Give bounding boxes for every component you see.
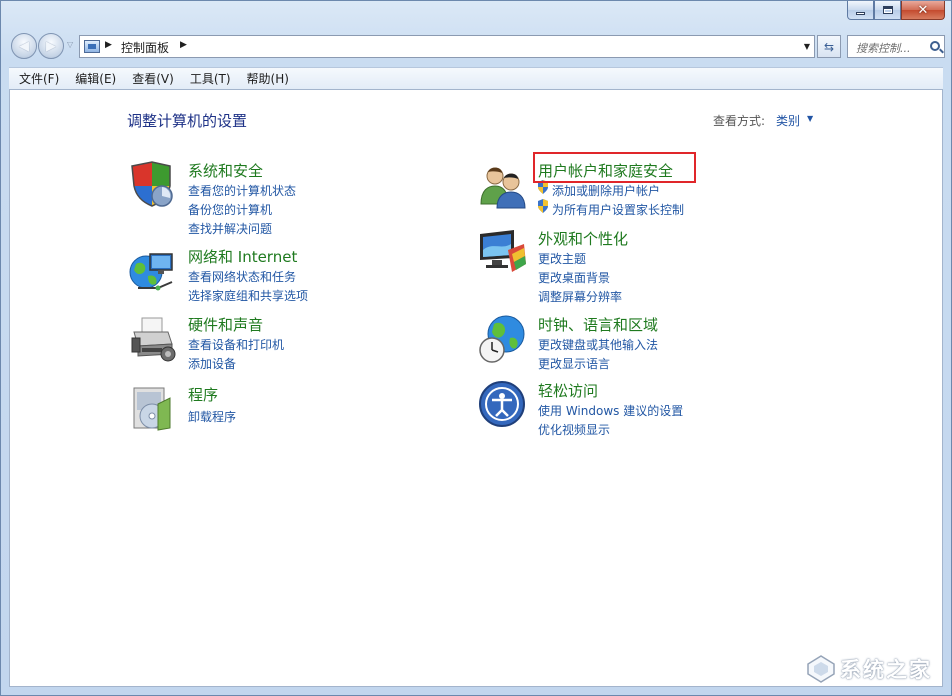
link-backup-computer[interactable]: 备份您的计算机 (188, 201, 272, 218)
ease-of-access-icon[interactable] (478, 380, 528, 430)
link-change-display-language[interactable]: 更改显示语言 (538, 355, 610, 372)
breadcrumb-arrow-icon[interactable]: ▶ (180, 40, 187, 50)
link-use-recommended-settings[interactable]: 使用 Windows 建议的设置 (538, 402, 683, 419)
minimize-button[interactable] (847, 1, 874, 20)
watermark-logo (807, 655, 835, 683)
history-dropdown-icon[interactable]: ▽ (67, 40, 73, 49)
monitor-icon[interactable] (478, 228, 528, 278)
address-row: ◀ ▶ ▽ ▶ 控制面板 ▶ ▼ ⇆ 搜索控制... (9, 31, 945, 61)
content-pane: 调整计算机的设置 查看方式: 类别 ▼ 系统和安全 查看您的计算机状态 备份您的… (9, 89, 943, 687)
forward-arrow-icon: ▶ (46, 38, 56, 54)
breadcrumb-arrow-icon[interactable]: ▶ (105, 40, 112, 50)
page-title: 调整计算机的设置 (127, 112, 248, 130)
close-button[interactable]: ✕ (901, 1, 945, 20)
category-title[interactable]: 硬件和声音 (188, 314, 263, 335)
view-by-dropdown[interactable]: 类别 (776, 112, 800, 129)
printer-icon[interactable] (128, 314, 178, 364)
link-change-desktop-background[interactable]: 更改桌面背景 (538, 269, 610, 286)
menu-bar: 文件(F) 编辑(E) 查看(V) 工具(T) 帮助(H) (9, 67, 943, 89)
search-placeholder: 搜索控制... (856, 42, 911, 55)
link-change-theme[interactable]: 更改主题 (538, 250, 586, 267)
menu-file[interactable]: 文件(F) (11, 70, 67, 87)
control-panel-window: ✕ ◀ ▶ ▽ ▶ 控制面板 ▶ ▼ ⇆ 搜索控制... 文件(F) 编辑(E)… (0, 0, 952, 696)
users-icon[interactable] (478, 160, 528, 210)
refresh-button[interactable]: ⇆ (817, 35, 841, 58)
uac-shield-icon (538, 199, 548, 213)
category-title[interactable]: 轻松访问 (538, 380, 598, 401)
back-button[interactable]: ◀ (11, 33, 37, 59)
link-parental-controls[interactable]: 为所有用户设置家长控制 (552, 201, 684, 218)
menu-edit[interactable]: 编辑(E) (67, 70, 124, 87)
link-add-remove-user-accounts[interactable]: 添加或删除用户帐户 (552, 182, 660, 199)
clock-globe-icon[interactable] (478, 314, 528, 364)
shield-icon[interactable] (128, 160, 178, 210)
caption-buttons: ✕ (847, 1, 945, 21)
category-title[interactable]: 时钟、语言和区域 (538, 314, 658, 335)
close-icon: ✕ (917, 2, 929, 18)
link-uninstall-program[interactable]: 卸载程序 (188, 408, 236, 425)
link-view-network-status[interactable]: 查看网络状态和任务 (188, 268, 296, 285)
category-title[interactable]: 网络和 Internet (188, 246, 297, 267)
breadcrumb-control-panel[interactable]: 控制面板 (121, 39, 169, 56)
address-dropdown-icon[interactable]: ▼ (804, 42, 810, 51)
address-bar[interactable]: ▶ 控制面板 ▶ ▼ (79, 35, 815, 58)
menu-help[interactable]: 帮助(H) (239, 70, 297, 87)
network-globe-icon[interactable] (128, 246, 178, 296)
search-icon[interactable] (930, 41, 940, 51)
menu-tools[interactable]: 工具(T) (182, 70, 239, 87)
category-title[interactable]: 外观和个性化 (538, 228, 628, 249)
refresh-icon: ⇆ (823, 39, 835, 54)
minimize-icon (856, 11, 865, 15)
category-title[interactable]: 系统和安全 (188, 160, 263, 181)
view-by-label: 查看方式: (713, 114, 766, 128)
link-homegroup-sharing[interactable]: 选择家庭组和共享选项 (188, 287, 308, 304)
menu-view[interactable]: 查看(V) (124, 70, 182, 87)
watermark: 系统之家 (806, 654, 932, 684)
link-view-devices-printers[interactable]: 查看设备和打印机 (188, 336, 284, 353)
link-adjust-resolution[interactable]: 调整屏幕分辨率 (538, 288, 622, 305)
forward-button[interactable]: ▶ (38, 33, 64, 59)
view-by-dropdown-icon[interactable]: ▼ (807, 114, 813, 123)
watermark-text: 系统之家 (840, 658, 932, 682)
highlight-box (533, 152, 696, 183)
back-arrow-icon: ◀ (19, 38, 29, 54)
maximize-button[interactable] (874, 1, 901, 20)
link-add-device[interactable]: 添加设备 (188, 355, 236, 372)
programs-icon[interactable] (128, 384, 178, 434)
search-input[interactable]: 搜索控制... (847, 35, 945, 58)
control-panel-small-icon (84, 40, 100, 53)
category-title[interactable]: 程序 (188, 384, 218, 405)
link-change-input-method[interactable]: 更改键盘或其他输入法 (538, 336, 658, 353)
link-optimize-video-display[interactable]: 优化视频显示 (538, 421, 610, 438)
link-find-fix-problems[interactable]: 查找并解决问题 (188, 220, 272, 237)
maximize-icon (882, 6, 893, 14)
link-view-computer-status[interactable]: 查看您的计算机状态 (188, 182, 296, 199)
